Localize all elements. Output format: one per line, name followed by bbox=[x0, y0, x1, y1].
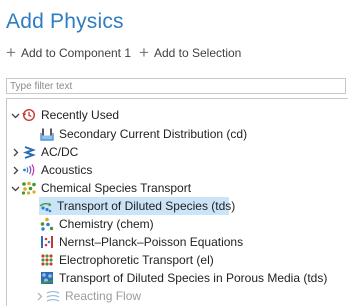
sound-waves-icon bbox=[21, 162, 37, 178]
transport-diluted-species-icon bbox=[39, 198, 53, 214]
tree-item-label: Transport of Diluted Species (tds) bbox=[57, 199, 236, 213]
tree-item-label: Secondary Current Distribution (cd) bbox=[59, 127, 248, 141]
molecules-icon bbox=[21, 180, 37, 196]
tree-node-label: Acoustics bbox=[41, 163, 93, 177]
electrophoretic-icon bbox=[39, 252, 55, 268]
add-to-selection-button[interactable]: + Add to Selection bbox=[139, 43, 242, 62]
chevron-right-icon[interactable] bbox=[33, 292, 45, 301]
chevron-down-icon[interactable] bbox=[9, 111, 21, 120]
reacting-flow-icon bbox=[45, 288, 61, 304]
tree-node-chemical-species-transport[interactable]: Chemical Species Transport bbox=[9, 179, 191, 197]
electrode-beaker-icon bbox=[39, 126, 55, 142]
tree-item-secondary-current-distribution[interactable]: Secondary Current Distribution (cd) bbox=[39, 125, 247, 143]
tree-node-label: Recently Used bbox=[41, 108, 120, 122]
actions-bar: + Add to Component 1 + Add to Selection bbox=[6, 44, 241, 62]
tree-item-label: Nernst–Planck–Poisson Equations bbox=[59, 235, 244, 249]
tree-item-transport-porous-media[interactable]: Transport of Diluted Species in Porous M… bbox=[39, 269, 327, 287]
tree-item-chemistry[interactable]: Chemistry (chem) bbox=[39, 215, 154, 233]
tree-item-label: Chemistry (chem) bbox=[59, 217, 154, 231]
tree-node-acdc[interactable]: AC/DC bbox=[9, 143, 78, 161]
add-to-component-label: Add to Component 1 bbox=[20, 46, 132, 60]
chevron-down-icon[interactable] bbox=[9, 184, 21, 193]
tree-node-label: Reacting Flow bbox=[65, 289, 142, 303]
page-title: Add Physics bbox=[6, 10, 124, 33]
tree-node-reacting-flow[interactable]: Reacting Flow bbox=[33, 287, 141, 305]
chevron-right-icon[interactable] bbox=[9, 166, 21, 175]
physics-tree: Recently Used Secondary Current Distribu… bbox=[6, 98, 348, 306]
tree-item-label: Electrophoretic Transport (el) bbox=[59, 253, 214, 267]
add-to-selection-label: Add to Selection bbox=[153, 46, 242, 60]
tree-node-label: Chemical Species Transport bbox=[41, 181, 192, 195]
plus-icon: + bbox=[6, 43, 16, 62]
chemistry-icon bbox=[39, 216, 55, 232]
tree-item-nernst-planck-poisson[interactable]: Nernst–Planck–Poisson Equations bbox=[39, 233, 243, 251]
acdc-icon bbox=[21, 144, 37, 160]
chevron-right-icon[interactable] bbox=[9, 148, 21, 157]
filter-input[interactable] bbox=[6, 78, 346, 94]
porous-media-icon bbox=[39, 270, 55, 286]
plus-icon: + bbox=[139, 43, 149, 62]
tree-node-acoustics[interactable]: Acoustics bbox=[9, 161, 92, 179]
nernst-planck-icon bbox=[39, 234, 55, 250]
tree-node-recently-used[interactable]: Recently Used bbox=[9, 106, 119, 124]
tree-item-label: Transport of Diluted Species in Porous M… bbox=[59, 271, 328, 285]
tree-item-electrophoretic-transport[interactable]: Electrophoretic Transport (el) bbox=[39, 251, 214, 269]
history-clock-icon bbox=[21, 107, 37, 123]
tree-item-transport-of-diluted-species[interactable]: Transport of Diluted Species (tds) bbox=[39, 197, 235, 215]
tree-node-label: AC/DC bbox=[41, 145, 79, 159]
add-to-component-button[interactable]: + Add to Component 1 bbox=[6, 43, 132, 62]
